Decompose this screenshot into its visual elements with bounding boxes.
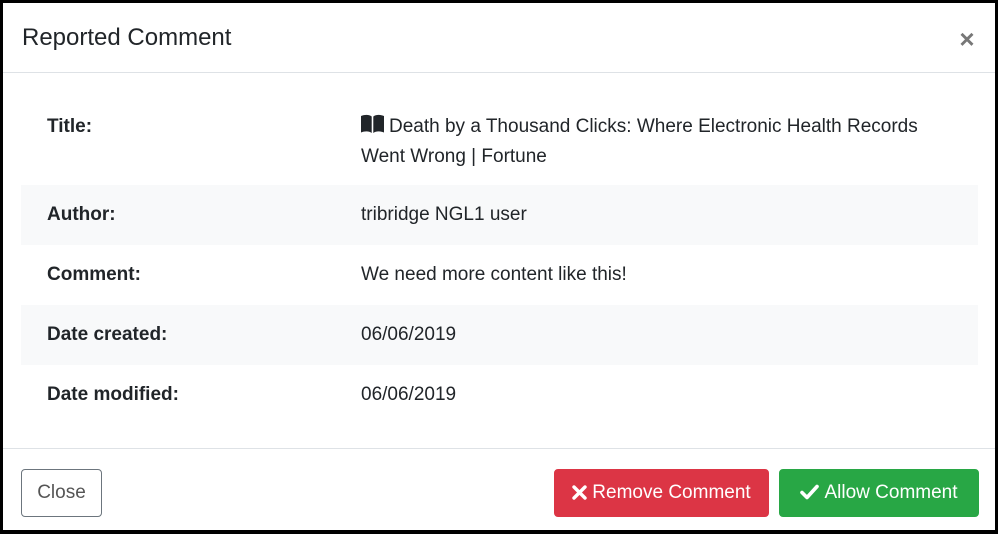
check-icon [800, 484, 820, 500]
detail-row-comment: Comment: We need more content like this! [21, 245, 978, 305]
author-value: tribridge NGL1 user [361, 204, 527, 225]
detail-label: Author: [47, 204, 116, 225]
article-title: Death by a Thousand Clicks: Where Electr… [361, 116, 918, 167]
modal-header: Reported Comment × [3, 3, 995, 73]
detail-row-title: Title: Death by a Thousand Clicks: Where… [21, 95, 978, 185]
detail-row-date-created: Date created: 06/06/2019 [21, 305, 978, 365]
modal-title: Reported Comment [22, 24, 232, 51]
remove-comment-label: Remove Comment [592, 482, 751, 503]
detail-value-title: Death by a Thousand Clicks: Where Electr… [361, 95, 978, 172]
detail-label: Comment: [47, 264, 141, 285]
close-button[interactable]: Close [21, 469, 102, 517]
allow-comment-label: Allow Comment [824, 482, 958, 503]
detail-row-author: Author: tribridge NGL1 user [21, 185, 978, 245]
modal-footer: Close Remove Comment Allow Comment [3, 448, 995, 530]
date-modified-value: 06/06/2019 [361, 384, 457, 405]
detail-label: Title: [47, 116, 93, 137]
comment-value: We need more content like this! [361, 264, 627, 285]
detail-label: Date modified: [47, 384, 179, 405]
remove-comment-button[interactable]: Remove Comment [554, 469, 769, 517]
detail-row-date-modified: Date modified: 06/06/2019 [21, 365, 978, 425]
close-icon[interactable]: × [956, 25, 978, 53]
allow-comment-button[interactable]: Allow Comment [779, 469, 979, 517]
detail-label: Date created: [47, 324, 168, 345]
reported-comment-modal: Reported Comment × Title: Death by a Tho… [3, 3, 995, 530]
date-created-value: 06/06/2019 [361, 324, 457, 345]
book-open-icon [361, 114, 384, 133]
times-icon [572, 485, 587, 500]
comment-details: Title: Death by a Thousand Clicks: Where… [21, 95, 978, 425]
